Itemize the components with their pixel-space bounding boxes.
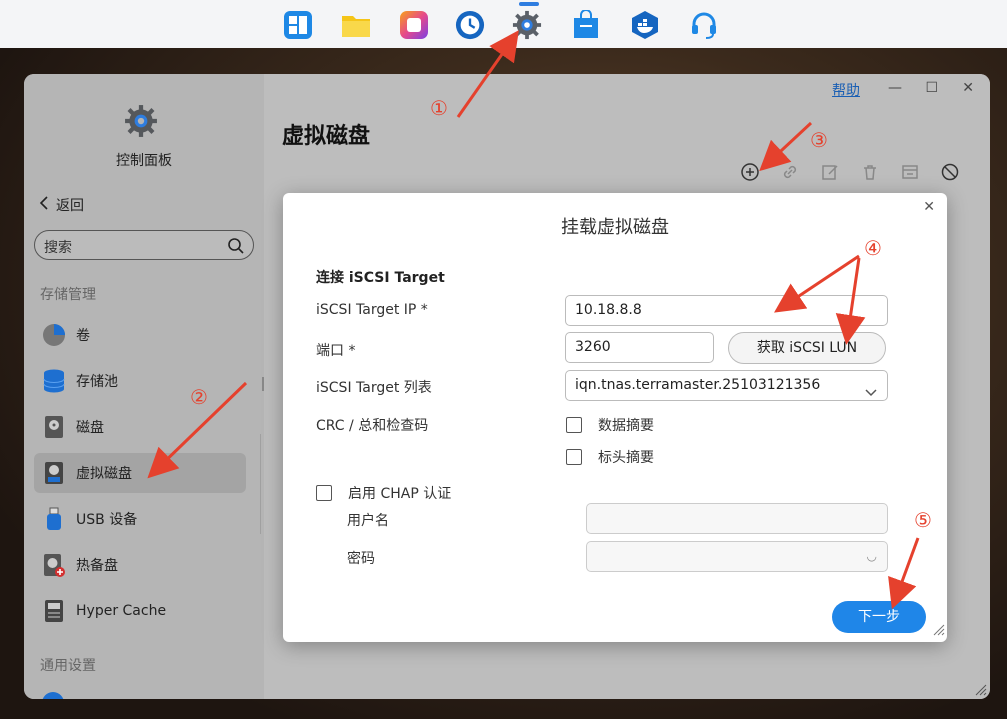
target-list-select[interactable]: iqn.tnas.terramaster.25103121356 bbox=[565, 370, 888, 401]
minimize-button[interactable]: — bbox=[888, 80, 902, 96]
close-button[interactable]: ✕ bbox=[962, 80, 974, 96]
folder-icon[interactable] bbox=[341, 10, 371, 40]
close-icon[interactable]: ✕ bbox=[923, 199, 935, 215]
port-field[interactable]: 3260 bbox=[565, 332, 714, 363]
general-settings-icon bbox=[42, 692, 64, 699]
section-general: 通用设置 bbox=[40, 658, 96, 674]
page-title: 虚拟磁盘 bbox=[282, 124, 371, 149]
header-digest-option[interactable]: 标头摘要 bbox=[566, 447, 654, 467]
section-storage: 存储管理 bbox=[40, 287, 96, 303]
search-icon[interactable] bbox=[227, 237, 245, 259]
toolbar bbox=[740, 162, 960, 182]
resize-grip-icon[interactable] bbox=[931, 621, 945, 640]
data-digest-checkbox[interactable] bbox=[566, 417, 582, 433]
chevron-left-icon bbox=[38, 195, 50, 215]
next-button[interactable]: 下一步 bbox=[832, 601, 926, 633]
username-label: 用户名 bbox=[347, 513, 389, 529]
eye-closed-icon[interactable]: ◡ bbox=[867, 542, 877, 571]
sidebar-item-label: USB 设备 bbox=[76, 512, 138, 528]
control-panel-icon[interactable] bbox=[512, 10, 542, 40]
sidebar-item-disk[interactable]: 磁盘 bbox=[34, 407, 246, 447]
help-link[interactable]: 帮助 bbox=[832, 80, 860, 100]
header-digest-label: 标头摘要 bbox=[598, 450, 654, 466]
header-digest-checkbox[interactable] bbox=[566, 449, 582, 465]
control-panel-gear-icon bbox=[124, 104, 158, 142]
annotation-2: ② bbox=[190, 385, 208, 409]
target-list-value: iqn.tnas.terramaster.25103121356 bbox=[575, 377, 821, 393]
annotation-1: ① bbox=[430, 96, 448, 120]
pie-icon bbox=[42, 323, 66, 347]
fetch-lun-button[interactable]: 获取 iSCSI LUN bbox=[728, 332, 886, 364]
chap-option[interactable]: 启用 CHAP 认证 bbox=[316, 483, 451, 503]
data-digest-label: 数据摘要 bbox=[598, 418, 654, 434]
chap-checkbox[interactable] bbox=[316, 485, 332, 501]
app-title: 控制面板 bbox=[116, 153, 172, 169]
dashboard-icon[interactable] bbox=[283, 10, 313, 40]
dialog-title: 挂载虚拟磁盘 bbox=[561, 217, 669, 238]
back-button[interactable]: 返回 bbox=[38, 195, 84, 215]
sidebar-item-volume[interactable]: 卷 bbox=[34, 315, 246, 355]
data-digest-option[interactable]: 数据摘要 bbox=[566, 415, 654, 435]
sidebar-item-label: 热备盘 bbox=[76, 558, 118, 574]
disable-icon[interactable] bbox=[940, 162, 960, 182]
sidebar-item-label: 磁盘 bbox=[76, 420, 104, 436]
database-icon bbox=[42, 369, 66, 393]
sidebar-item-label: 存储池 bbox=[76, 374, 118, 390]
usb-icon bbox=[42, 507, 66, 531]
section-heading: 连接 iSCSI Target bbox=[316, 270, 445, 286]
sidebar-item-hot-spare[interactable]: 热备盘 bbox=[34, 545, 246, 585]
disk-icon bbox=[42, 415, 66, 439]
password-label: 密码 bbox=[347, 551, 375, 567]
sidebar: 控制面板 返回 搜索 存储管理 卷 存储池 磁盘 虚拟磁盘 USB 设备 热备盘… bbox=[24, 74, 264, 699]
edit-icon[interactable] bbox=[820, 162, 840, 182]
search-input[interactable]: 搜索 bbox=[34, 230, 254, 260]
annotation-4: ④ bbox=[864, 236, 882, 260]
sidebar-item-label: Hyper Cache bbox=[76, 603, 167, 619]
annotation-5: ⑤ bbox=[914, 508, 932, 532]
ip-field[interactable]: 10.18.8.8 bbox=[565, 295, 888, 326]
crc-label: CRC / 总和检查码 bbox=[316, 418, 429, 434]
sidebar-item-hyper-cache[interactable]: Hyper Cache bbox=[34, 591, 246, 631]
back-label: 返回 bbox=[56, 198, 84, 214]
eject-icon[interactable] bbox=[900, 162, 920, 182]
taskbar bbox=[0, 0, 1007, 48]
link-icon[interactable] bbox=[780, 162, 800, 182]
store-icon[interactable] bbox=[571, 10, 601, 40]
sidebar-item-storage-pool[interactable]: 存储池 bbox=[34, 361, 246, 401]
sidebar-item-label: 卷 bbox=[76, 328, 90, 344]
sidebar-divider bbox=[260, 434, 261, 534]
delete-icon[interactable] bbox=[860, 162, 880, 182]
support-icon[interactable] bbox=[689, 10, 719, 40]
hotspare-icon bbox=[42, 553, 66, 577]
maximize-button[interactable]: ☐ bbox=[925, 80, 938, 96]
target-list-label: iSCSI Target 列表 bbox=[316, 380, 432, 396]
app-center-icon[interactable] bbox=[399, 10, 429, 40]
ip-label: iSCSI Target IP * bbox=[316, 302, 428, 318]
add-icon[interactable] bbox=[740, 162, 760, 182]
mount-virtual-disk-dialog: 挂载虚拟磁盘 ✕ 连接 iSCSI Target iSCSI Target IP… bbox=[283, 193, 947, 642]
annotation-3: ③ bbox=[810, 128, 828, 152]
virtual-disk-icon bbox=[42, 461, 66, 485]
username-field[interactable] bbox=[586, 503, 888, 534]
docker-icon[interactable] bbox=[630, 10, 660, 40]
port-label: 端口 * bbox=[316, 343, 356, 359]
sidebar-item-usb[interactable]: USB 设备 bbox=[34, 499, 246, 539]
window-resize-grip-icon[interactable] bbox=[973, 681, 987, 700]
chap-label: 启用 CHAP 认证 bbox=[348, 486, 452, 502]
backup-icon[interactable] bbox=[455, 10, 485, 40]
search-placeholder: 搜索 bbox=[44, 240, 72, 256]
chevron-down-icon bbox=[865, 380, 877, 409]
password-field[interactable]: ◡ bbox=[586, 541, 888, 572]
ssd-icon bbox=[42, 599, 66, 623]
sidebar-item-label: 虚拟磁盘 bbox=[76, 466, 132, 482]
active-app-indicator bbox=[519, 2, 539, 6]
sidebar-item-virtual-disk[interactable]: 虚拟磁盘 bbox=[34, 453, 246, 493]
